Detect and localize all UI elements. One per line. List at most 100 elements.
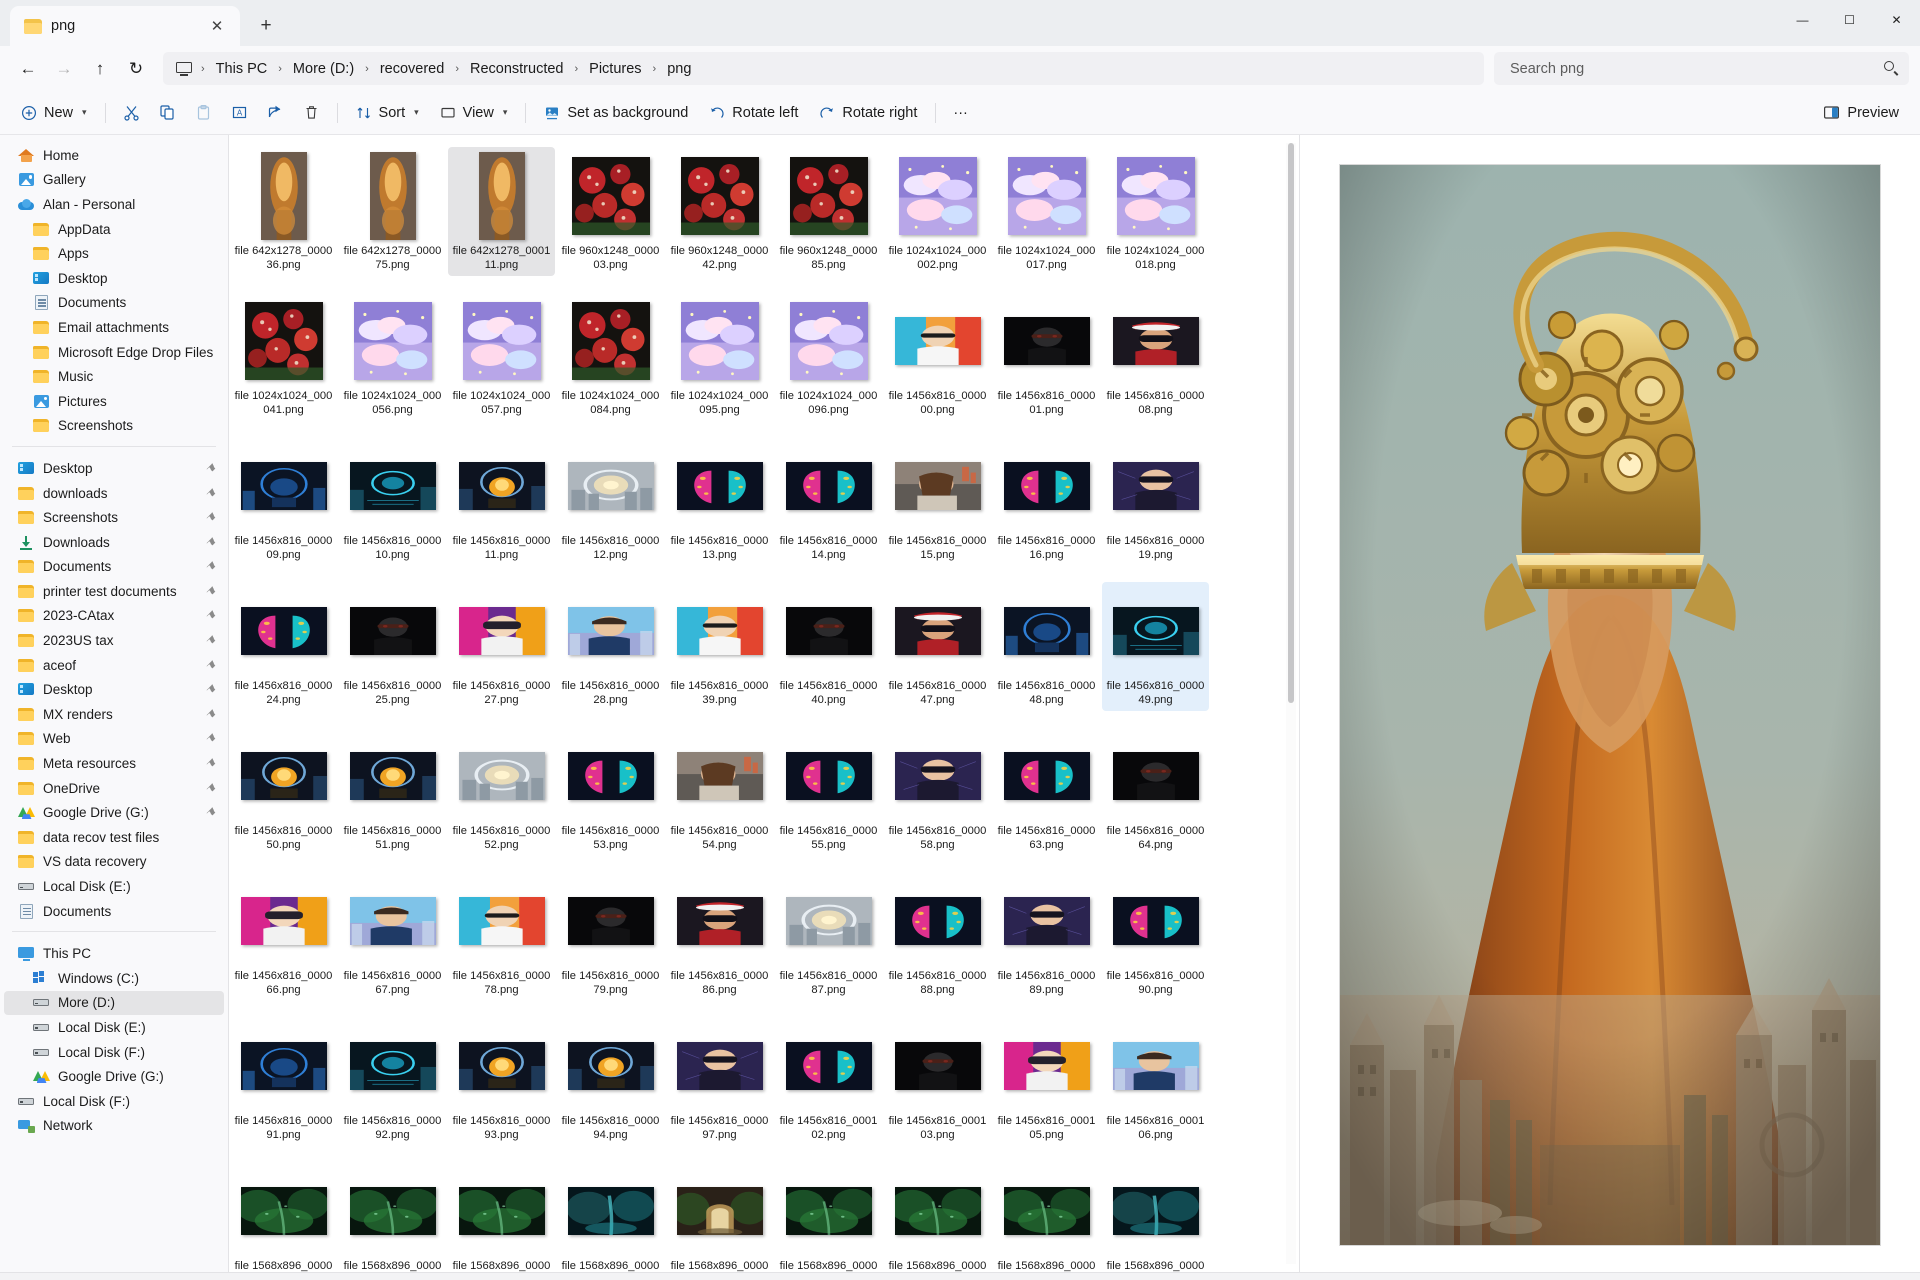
sort-button[interactable]: Sort ▾ [346,97,429,129]
sidebar-item-downloads[interactable]: Downloads ⚑ [4,530,224,555]
file-item[interactable]: file 642x1278_000036.png [230,147,337,276]
file-item[interactable]: file 1456x816_000063.png [993,727,1100,856]
file-item[interactable]: file 1456x816_000048.png [993,582,1100,711]
browser-tab-png[interactable]: png ✕ [10,6,240,46]
more-options-button[interactable]: ··· [944,97,977,129]
file-item[interactable]: file 1456x816_000087.png [775,872,882,1001]
file-item[interactable]: file 1456x816_000016.png [993,437,1100,566]
sidebar-item-local-disk-f[interactable]: Local Disk (F:) [4,1089,224,1114]
file-item[interactable]: file 1024x1024_000084.png [557,292,664,421]
sidebar-item-vs-data-recovery[interactable]: VS data recovery [4,850,224,875]
close-icon[interactable]: ✕ [204,13,230,39]
sidebar-item-local-disk-e[interactable]: Local Disk (E:) [4,874,224,899]
maximize-button[interactable]: ☐ [1826,0,1873,40]
file-item[interactable]: file 1568x896_000023.png [557,1162,664,1272]
file-item[interactable]: file 960x1248_000085.png [775,147,882,276]
breadcrumb-item-recovered[interactable]: recovered [372,58,452,80]
pin-icon[interactable]: ⚑ [203,755,219,771]
rename-button[interactable]: A [222,97,257,129]
file-item[interactable]: file 1568x896_000059.png [775,1162,882,1272]
file-item[interactable]: file 1456x816_000014.png [775,437,882,566]
file-item[interactable]: file 1456x816_000093.png [448,1017,555,1146]
file-item[interactable]: file 1456x816_000094.png [557,1017,664,1146]
rotate-right-button[interactable]: Rotate right [809,97,927,129]
sidebar-item-documents[interactable]: Documents [4,899,224,924]
sidebar-item-screenshots[interactable]: Screenshots ⚑ [4,505,224,530]
sidebar-item-screenshots[interactable]: Screenshots [4,414,224,439]
copy-button[interactable] [150,97,185,129]
sidebar-item-google-drive-g[interactable]: Google Drive (G:) [4,1064,224,1089]
sidebar-item-web[interactable]: Web ⚑ [4,727,224,752]
breadcrumb-item-png[interactable]: png [659,58,699,80]
scrollbar-thumb[interactable] [1288,143,1294,703]
sidebar-item-aceof[interactable]: aceof ⚑ [4,653,224,678]
file-item[interactable]: file 1024x1024_000096.png [775,292,882,421]
file-item[interactable]: file 1456x816_000091.png [230,1017,337,1146]
file-item[interactable]: file 1456x816_000089.png [993,872,1100,1001]
sidebar-item-more-d[interactable]: More (D:) [4,990,224,1016]
sidebar-item-data-recov-test-files[interactable]: data recov test files [4,825,224,850]
sidebar-item-gallery[interactable]: Gallery [4,168,224,193]
file-item[interactable]: file 1456x816_000024.png [230,582,337,711]
sidebar-item-desktop[interactable]: Desktop [4,266,224,291]
sidebar-item-google-drive-g[interactable]: Google Drive (G:) ⚑ [4,800,224,825]
file-item[interactable]: file 642x1278_000111.png [448,147,555,276]
file-item[interactable]: file 1456x816_000067.png [339,872,446,1001]
file-list-view[interactable]: file 642x1278_000036.png file 642x1278_00… [229,135,1299,1272]
file-item[interactable]: file 1456x816_000079.png [557,872,664,1001]
pin-icon[interactable]: ⚑ [203,608,219,624]
cut-button[interactable] [114,97,149,129]
file-item[interactable]: file 1568x896_000061.png [993,1162,1100,1272]
delete-button[interactable] [294,97,329,129]
file-item[interactable]: file 1456x816_000078.png [448,872,555,1001]
paste-button[interactable] [186,97,221,129]
file-item[interactable]: file 1456x816_000009.png [230,437,337,566]
pin-icon[interactable]: ⚑ [203,510,219,525]
new-tab-button[interactable]: + [250,10,282,42]
pin-icon[interactable]: ⚑ [203,460,219,476]
rotate-left-button[interactable]: Rotate left [699,97,808,129]
file-item[interactable]: file 1456x816_000008.png [1102,292,1209,421]
file-item[interactable]: file 1024x1024_000041.png [230,292,337,421]
file-item[interactable]: file 1568x896_000038.png [666,1162,773,1272]
minimize-button[interactable]: — [1779,0,1826,40]
file-item[interactable]: file 1024x1024_000095.png [666,292,773,421]
file-item[interactable]: file 1456x816_000086.png [666,872,773,1001]
sidebar-item-pictures[interactable]: Pictures [4,389,224,414]
file-item[interactable]: file 1456x816_000039.png [666,582,773,711]
sidebar-item-meta-resources[interactable]: Meta resources ⚑ [4,751,224,776]
file-item[interactable]: file 960x1248_000003.png [557,147,664,276]
sidebar-item-2023us-tax[interactable]: 2023US tax ⚑ [4,628,224,653]
sidebar-item-desktop[interactable]: Desktop ⚑ [4,677,224,702]
file-item[interactable]: file 1456x816_000028.png [557,582,664,711]
breadcrumb-item-reconstructed[interactable]: Reconstructed [462,58,572,80]
file-item[interactable]: file 1456x816_000092.png [339,1017,446,1146]
breadcrumb-item-pictures[interactable]: Pictures [581,58,649,80]
sidebar-item-printer-test-documents[interactable]: printer test documents ⚑ [4,579,224,604]
file-item[interactable]: file 1456x816_000105.png [993,1017,1100,1146]
sidebar-item-music[interactable]: Music [4,364,224,389]
pin-icon[interactable]: ⚑ [203,657,219,673]
view-button[interactable]: View ▾ [430,97,518,129]
file-item[interactable]: file 1456x816_000103.png [884,1017,991,1146]
file-item[interactable]: file 1456x816_000025.png [339,582,446,711]
file-item[interactable]: file 1568x896_000021.png [339,1162,446,1272]
share-button[interactable] [258,97,293,129]
file-item[interactable]: file 1568x896_000022.png [448,1162,555,1272]
sidebar-item-2023-catax[interactable]: 2023-CAtax ⚑ [4,604,224,629]
sidebar-item-documents[interactable]: Documents ⚑ [4,555,224,580]
file-item[interactable]: file 1456x816_000050.png [230,727,337,856]
sidebar-item-mx-renders[interactable]: MX renders ⚑ [4,702,224,727]
sidebar-item-documents[interactable]: Documents [4,291,224,316]
pin-icon[interactable]: ⚑ [203,583,219,599]
file-item[interactable]: file 960x1248_000042.png [666,147,773,276]
vertical-scrollbar[interactable] [1286,143,1296,1264]
pin-icon[interactable]: ⚑ [203,780,219,796]
set-as-background-button[interactable]: Set as background [534,97,698,129]
file-item[interactable]: file 1456x816_000051.png [339,727,446,856]
file-item[interactable]: file 1456x816_000106.png [1102,1017,1209,1146]
file-item[interactable]: file 1456x816_000064.png [1102,727,1209,856]
file-item[interactable]: file 1456x816_000019.png [1102,437,1209,566]
breadcrumb-item-this-pc[interactable]: This PC [208,58,276,80]
pin-icon[interactable]: ⚑ [203,559,219,574]
